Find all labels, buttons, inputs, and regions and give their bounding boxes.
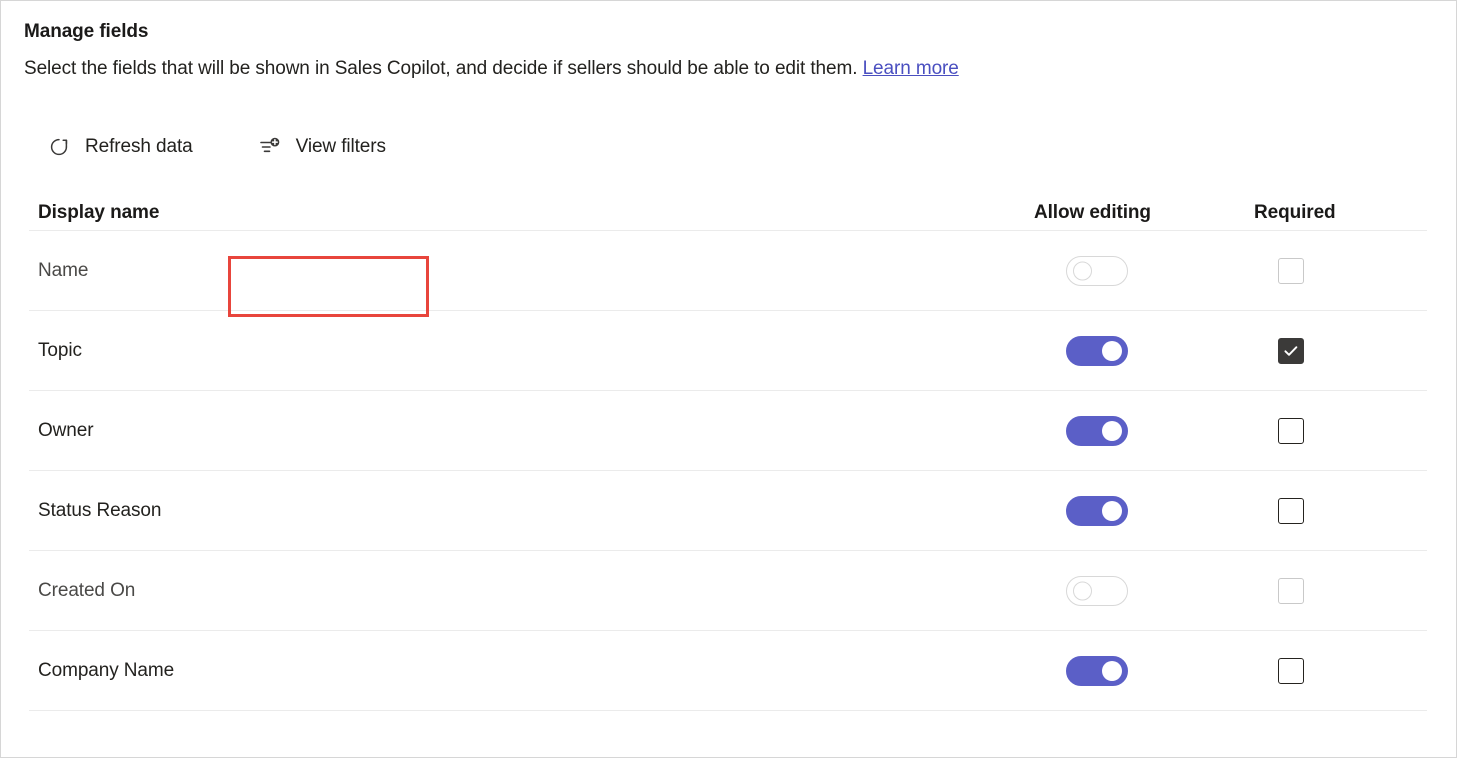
table-row: Status Reason — [29, 471, 1427, 551]
allow-editing-cell — [1034, 575, 1254, 606]
allow-editing-toggle[interactable] — [1066, 415, 1128, 446]
required-checkbox — [1278, 577, 1304, 604]
page-header: Manage fields Select the fields that wil… — [1, 1, 1456, 82]
field-display-name: Created On — [38, 579, 136, 601]
view-filters-label: View filters — [295, 136, 386, 157]
column-header-required: Required — [1254, 202, 1336, 223]
field-display-name: Name — [38, 259, 89, 281]
allow-editing-toggle — [1066, 255, 1128, 286]
required-cell — [1254, 657, 1427, 684]
toggle-knob — [1073, 261, 1092, 280]
learn-more-link[interactable]: Learn more — [863, 58, 959, 79]
checkmark-icon — [1284, 345, 1298, 356]
manage-fields-table: Display name Allow editing Required Name… — [29, 182, 1427, 711]
table-row: Created On — [29, 551, 1427, 631]
allow-editing-cell — [1034, 255, 1254, 286]
toggle-knob — [1102, 660, 1122, 681]
view-filters-button[interactable]: View filters — [250, 125, 394, 169]
allow-editing-toggle[interactable] — [1066, 495, 1128, 526]
allow-editing-toggle[interactable] — [1066, 335, 1128, 366]
required-checkbox — [1278, 257, 1304, 284]
allow-editing-toggle[interactable] — [1066, 655, 1128, 686]
table-row: Owner — [29, 391, 1427, 471]
toggle-knob — [1102, 340, 1122, 361]
toggle-knob — [1102, 500, 1122, 521]
required-cell — [1254, 337, 1427, 364]
field-display-name: Topic — [38, 339, 82, 361]
required-cell — [1254, 417, 1427, 444]
page-title: Manage fields — [24, 21, 149, 42]
field-display-name: Company Name — [38, 659, 175, 681]
table-body: Name Topic Owner Status Reason Created On Com… — [29, 231, 1427, 711]
allow-editing-cell — [1034, 655, 1254, 686]
toggle-knob — [1073, 581, 1092, 600]
command-bar: Refresh data View filters — [1, 112, 1456, 317]
manage-fields-page: Manage fields Select the fields that wil… — [0, 0, 1457, 758]
refresh-data-button[interactable]: Refresh data — [39, 125, 201, 169]
column-header-allow-editing: Allow editing — [1034, 202, 1151, 223]
required-checkbox[interactable] — [1278, 497, 1304, 524]
refresh-icon — [47, 135, 71, 159]
page-description-text: Select the fields that will be shown in … — [24, 58, 858, 79]
allow-editing-cell — [1034, 335, 1254, 366]
required-checkbox[interactable] — [1278, 417, 1304, 444]
required-cell — [1254, 257, 1427, 284]
refresh-data-label: Refresh data — [85, 136, 193, 157]
table-row: Company Name — [29, 631, 1427, 711]
allow-editing-toggle — [1066, 575, 1128, 606]
field-display-name: Owner — [38, 419, 94, 441]
toggle-knob — [1102, 420, 1122, 441]
required-cell — [1254, 577, 1427, 604]
required-cell — [1254, 497, 1427, 524]
filter-add-icon — [258, 135, 282, 159]
field-display-name: Status Reason — [38, 499, 162, 521]
allow-editing-cell — [1034, 495, 1254, 526]
table-row: Name — [29, 231, 1427, 311]
required-checkbox[interactable] — [1278, 337, 1304, 364]
required-checkbox[interactable] — [1278, 657, 1304, 684]
allow-editing-cell — [1034, 415, 1254, 446]
table-header-row: Display name Allow editing Required — [29, 182, 1427, 231]
page-description: Select the fields that will be shown in … — [24, 56, 1456, 82]
column-header-display-name: Display name — [38, 202, 160, 223]
table-row: Topic — [29, 311, 1427, 391]
